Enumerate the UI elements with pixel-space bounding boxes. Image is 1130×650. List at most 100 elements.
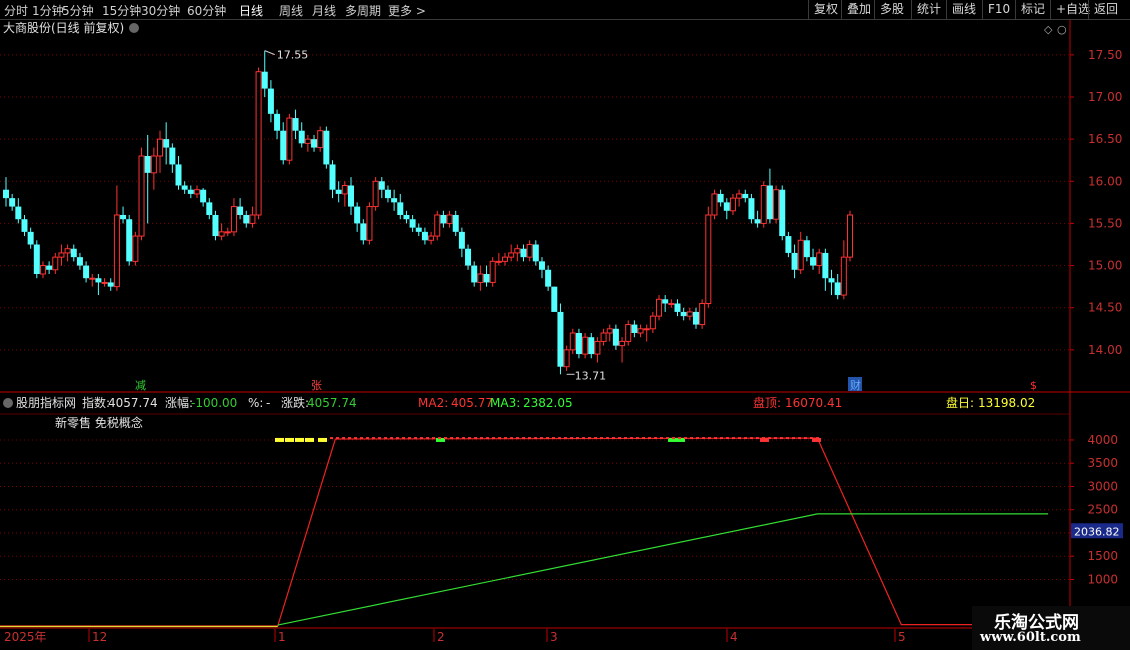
plateau-tick xyxy=(696,437,699,440)
period-tab-10[interactable]: 更多 > xyxy=(388,2,426,19)
event-marker: 财 xyxy=(850,378,861,392)
candle-body-up xyxy=(600,332,607,342)
candle-body-down xyxy=(742,193,749,199)
candle-body-up xyxy=(89,277,96,280)
candle-body-down xyxy=(83,265,90,279)
candle-body-down xyxy=(723,202,730,211)
candle-body-up xyxy=(686,311,693,317)
candle-body-up xyxy=(705,214,712,304)
ma-label: MA3: xyxy=(490,396,520,410)
candle-body-down xyxy=(680,311,687,317)
candle-body-up xyxy=(502,256,509,262)
toolbar-button-2[interactable]: 多股 xyxy=(874,0,909,19)
toolbar-button-5[interactable]: F10 xyxy=(982,0,1015,19)
price-axis-label: 16.50 xyxy=(1088,132,1122,146)
plateau-tick xyxy=(408,437,411,440)
period-tab-4[interactable]: 30分钟 xyxy=(141,2,180,19)
plateau-tick xyxy=(498,437,501,440)
period-tab-5[interactable]: 60分钟 xyxy=(187,2,226,19)
toolbar-button-0[interactable]: 复权 xyxy=(808,0,843,19)
price-axis-label: 14.50 xyxy=(1088,301,1122,315)
price-axis-label: 15.50 xyxy=(1088,216,1122,230)
period-tab-0[interactable]: 分时 xyxy=(4,2,28,19)
signal-bar xyxy=(285,437,294,442)
plateau-tick xyxy=(600,437,603,440)
period-tab-2[interactable]: 5分钟 xyxy=(62,2,94,19)
plateau-tick xyxy=(756,437,759,440)
plateau-tick xyxy=(378,437,381,440)
index-line-red xyxy=(0,437,1048,627)
title-dropdown-icon[interactable] xyxy=(129,23,139,33)
candle-body-down xyxy=(21,219,28,232)
candle-body-down xyxy=(545,269,552,287)
candle-body-up xyxy=(64,248,71,254)
candle-body-up xyxy=(773,189,780,220)
plateau-tick xyxy=(534,437,537,440)
candle-body-down xyxy=(237,206,244,215)
plateau-tick xyxy=(762,437,765,440)
plateau-tick xyxy=(744,437,747,440)
current-value-text: 2036.82 xyxy=(1074,525,1120,538)
plateau-tick xyxy=(516,437,519,440)
candle-body-down xyxy=(335,189,342,194)
candle-body-up xyxy=(563,349,570,368)
candle-body-up xyxy=(113,214,120,288)
plateau-tick xyxy=(450,437,453,440)
candle-body-down xyxy=(175,164,182,186)
candle-body-up xyxy=(255,71,262,216)
period-tab-9[interactable]: 多周期 xyxy=(345,2,381,19)
candle-body-up xyxy=(150,155,157,174)
toolbar-button-8[interactable]: 返回 xyxy=(1088,0,1123,19)
candle-body-down xyxy=(612,328,619,346)
period-tab-1[interactable]: 1分钟 xyxy=(32,2,64,19)
price-axis-label: 16.00 xyxy=(1088,174,1122,188)
period-tab-8[interactable]: 月线 xyxy=(312,2,336,19)
period-tab-3[interactable]: 15分钟 xyxy=(102,2,141,19)
candle-body-down xyxy=(557,311,564,367)
high-price-label: 17.55 xyxy=(277,49,309,62)
x-axis-month: 4 xyxy=(730,630,738,644)
candle-body-down xyxy=(551,286,558,312)
toolbar-button-4[interactable]: 画线 xyxy=(946,0,981,19)
candle-body-down xyxy=(70,248,77,258)
signal-bar xyxy=(275,437,284,442)
indicator-axis-label: 4000 xyxy=(1087,433,1118,447)
plateau-tick xyxy=(582,437,585,440)
candle-body-up xyxy=(508,252,515,258)
toolbar-button-6[interactable]: 标记 xyxy=(1015,0,1050,19)
plateau-tick xyxy=(336,437,339,440)
plateau-tick xyxy=(774,437,777,440)
candle-body-down xyxy=(391,198,398,203)
candle-body-down xyxy=(520,248,527,258)
indicator-axis-label: 2500 xyxy=(1087,503,1118,517)
plateau-tick xyxy=(390,437,393,440)
plateau-tick xyxy=(396,437,399,440)
stat-value: -100.00 xyxy=(191,396,237,410)
plateau-tick xyxy=(780,437,783,440)
candle-body-down xyxy=(822,252,829,279)
plateau-tick xyxy=(480,437,483,440)
candle-body-down xyxy=(397,202,404,215)
x-axis-month: 3 xyxy=(550,630,558,644)
toolbar-button-3[interactable]: 统计 xyxy=(911,0,946,19)
plateau-tick xyxy=(678,437,681,440)
candle-body-down xyxy=(27,231,34,245)
indicator-menu-icon[interactable] xyxy=(3,398,13,408)
stat-label: 涨幅: xyxy=(165,395,193,410)
candle-body-up xyxy=(526,244,533,258)
plateau-tick xyxy=(732,437,735,440)
ma-line-green xyxy=(277,513,1048,626)
candle-body-down xyxy=(465,248,472,266)
candle-body-up xyxy=(736,193,743,199)
candle-body-up xyxy=(341,185,348,195)
plateau-tick xyxy=(384,437,387,440)
period-tab-6[interactable]: 日线 xyxy=(239,2,263,19)
plateau-tick xyxy=(486,437,489,440)
plateau-tick xyxy=(456,437,459,440)
plateau-tick xyxy=(432,437,435,440)
plateau-tick xyxy=(786,437,789,440)
period-tab-7[interactable]: 周线 xyxy=(279,2,303,19)
candle-body-up xyxy=(101,281,108,284)
toolbar-button-1[interactable]: 叠加 xyxy=(841,0,876,19)
candle-body-up xyxy=(729,197,736,212)
